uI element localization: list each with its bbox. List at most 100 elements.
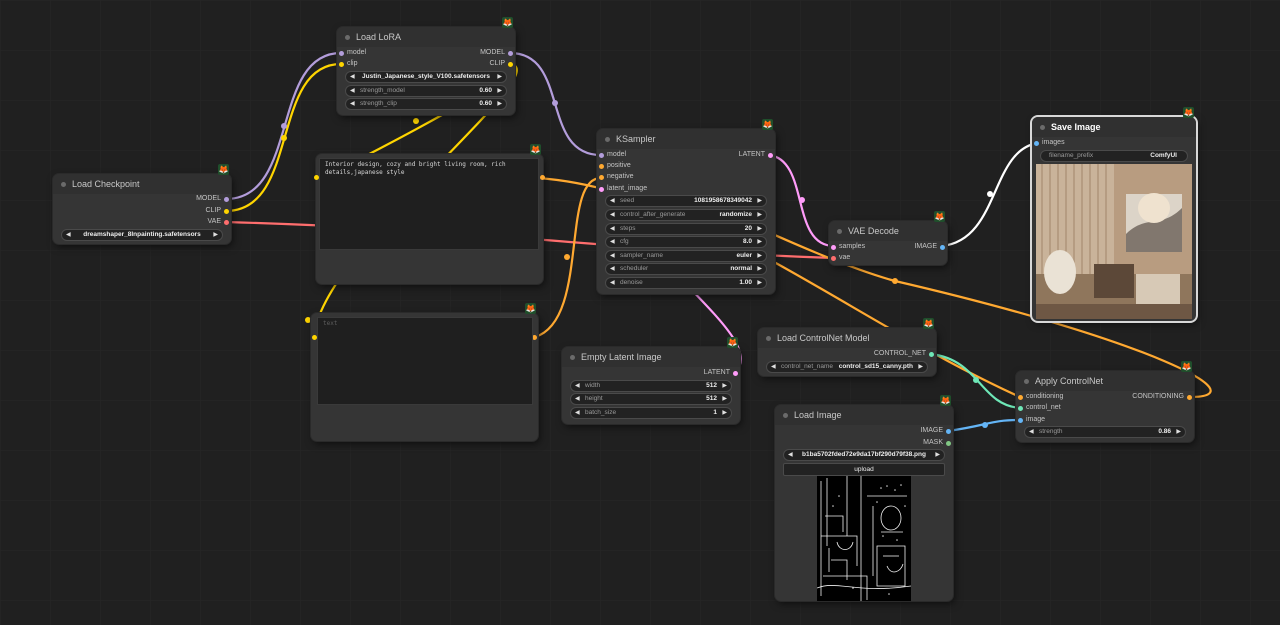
strength-model-number[interactable]: ◀ strength_model 0.60 ▶ xyxy=(345,85,507,97)
arrow-right-icon[interactable]: ▶ xyxy=(1176,428,1181,435)
node-load-lora[interactable]: 🦊 Load LoRA model MODEL clip CLIP ◀ Just… xyxy=(337,17,515,115)
node-header[interactable]: VAE Decode xyxy=(829,221,947,241)
arrow-right-icon[interactable]: ▶ xyxy=(497,100,502,107)
control-after-generate-widget[interactable]: ◀ control_after_generate randomize ▶ xyxy=(605,209,767,221)
node-ksampler[interactable]: 🦊 KSampler model LATENT positive negativ… xyxy=(597,119,775,294)
output-slot-mask[interactable] xyxy=(946,441,951,446)
node-header[interactable]: Load LoRA xyxy=(337,27,515,47)
input-slot-image[interactable] xyxy=(1018,418,1023,423)
node-header[interactable]: Load Checkpoint xyxy=(53,174,231,194)
input-slot-model[interactable] xyxy=(339,51,344,56)
input-slot-latent-image[interactable] xyxy=(599,187,604,192)
sampler-name-widget[interactable]: ◀ sampler_name euler ▶ xyxy=(605,250,767,262)
node-header[interactable]: Apply ControlNet xyxy=(1016,371,1194,391)
height-widget[interactable]: ◀ height 512 ▶ xyxy=(570,393,732,405)
output-slot-conditioning[interactable] xyxy=(540,175,545,180)
arrow-left-icon[interactable]: ◀ xyxy=(575,382,580,389)
strength-clip-number[interactable]: ◀ strength_clip 0.60 ▶ xyxy=(345,98,507,110)
node-header[interactable]: Load Image xyxy=(775,405,953,425)
arrow-left-icon[interactable]: ◀ xyxy=(610,225,615,232)
output-slot-clip[interactable] xyxy=(224,209,229,214)
prompt-textarea[interactable] xyxy=(317,317,533,405)
node-header[interactable]: Save Image xyxy=(1032,117,1196,137)
output-slot-image[interactable] xyxy=(940,245,945,250)
batch-size-widget[interactable]: ◀ batch_size 1 ▶ xyxy=(570,407,732,419)
input-slot-vae[interactable] xyxy=(831,256,836,261)
output-slot-conditioning[interactable] xyxy=(1187,395,1192,400)
arrow-right-icon[interactable]: ▶ xyxy=(757,238,762,245)
input-slot-model[interactable] xyxy=(599,153,604,158)
arrow-right-icon[interactable]: ▶ xyxy=(757,197,762,204)
lora-name-combo[interactable]: ◀ Justin_Japanese_style_V100.safetensors… xyxy=(345,71,507,83)
arrow-right-icon[interactable]: ▶ xyxy=(722,382,727,389)
collapse-dot-icon[interactable] xyxy=(766,335,771,341)
arrow-right-icon[interactable]: ▶ xyxy=(722,395,727,402)
node-empty-latent-image[interactable]: 🦊 Empty Latent Image LATENT ◀ width 512 ▶ ◀… xyxy=(562,337,740,424)
scheduler-widget[interactable]: ◀ scheduler normal ▶ xyxy=(605,263,767,275)
arrow-right-icon[interactable]: ▶ xyxy=(757,252,762,259)
arrow-right-icon[interactable]: ▶ xyxy=(757,211,762,218)
input-slot-conditioning[interactable] xyxy=(1018,395,1023,400)
arrow-left-icon[interactable]: ◀ xyxy=(610,197,615,204)
collapse-dot-icon[interactable] xyxy=(345,34,350,40)
input-slot-control-net[interactable] xyxy=(1018,406,1023,411)
arrow-right-icon[interactable]: ▶ xyxy=(722,409,727,416)
output-slot-clip[interactable] xyxy=(508,62,513,67)
collapse-dot-icon[interactable] xyxy=(1040,124,1045,130)
node-header[interactable]: Load ControlNet Model xyxy=(758,328,936,348)
input-slot-samples[interactable] xyxy=(831,245,836,250)
output-slot-image[interactable] xyxy=(946,429,951,434)
output-slot-vae[interactable] xyxy=(224,220,229,225)
arrow-right-icon[interactable]: ▶ xyxy=(213,231,218,238)
arrow-right-icon[interactable]: ▶ xyxy=(935,451,940,458)
output-slot-latent[interactable] xyxy=(733,371,738,376)
input-slot-clip[interactable] xyxy=(339,62,344,67)
control-net-name-combo[interactable]: ◀ control_net_name control_sd15_canny.pt… xyxy=(766,361,928,373)
arrow-right-icon[interactable]: ▶ xyxy=(757,279,762,286)
arrow-left-icon[interactable]: ◀ xyxy=(1029,428,1034,435)
arrow-right-icon[interactable]: ▶ xyxy=(757,265,762,272)
input-slot-images[interactable] xyxy=(1034,141,1039,146)
node-header[interactable]: KSampler xyxy=(597,129,775,149)
arrow-left-icon[interactable]: ◀ xyxy=(610,252,615,259)
collapse-dot-icon[interactable] xyxy=(605,136,610,142)
node-load-controlnet[interactable]: 🦊 Load ControlNet Model CONTROL_NET ◀ co… xyxy=(758,318,936,376)
upload-button[interactable]: upload xyxy=(783,463,945,476)
output-slot-control-net[interactable] xyxy=(929,352,934,357)
arrow-left-icon[interactable]: ◀ xyxy=(610,211,615,218)
collapse-dot-icon[interactable] xyxy=(1024,378,1029,384)
filename-prefix-text[interactable]: filename_prefix ComfyUI xyxy=(1040,150,1188,162)
collapse-dot-icon[interactable] xyxy=(783,412,788,418)
node-positive-prompt[interactable]: 🦊 Interior design, cozy and bright livin… xyxy=(314,144,545,284)
arrow-left-icon[interactable]: ◀ xyxy=(610,279,615,286)
node-save-image[interactable]: 🦊 Save Image images filename_prefix Comf… xyxy=(1032,107,1196,321)
collapse-dot-icon[interactable] xyxy=(570,354,575,360)
steps-widget[interactable]: ◀ steps 20 ▶ xyxy=(605,223,767,235)
arrow-left-icon[interactable]: ◀ xyxy=(575,409,580,416)
output-image-preview[interactable] xyxy=(1036,164,1192,319)
arrow-left-icon[interactable]: ◀ xyxy=(575,395,580,402)
collapse-dot-icon[interactable] xyxy=(837,228,842,234)
input-slot-negative[interactable] xyxy=(599,175,604,180)
ckpt-name-combo[interactable]: ◀ dreamshaper_8Inpainting.safetensors ▶ xyxy=(61,229,223,241)
arrow-left-icon[interactable]: ◀ xyxy=(350,87,355,94)
arrow-right-icon[interactable]: ▶ xyxy=(918,363,923,370)
node-vae-decode[interactable]: 🦊 VAE Decode samples IMAGE vae xyxy=(829,211,947,265)
prompt-textarea[interactable]: Interior design, cozy and bright living … xyxy=(319,158,539,250)
arrow-right-icon[interactable]: ▶ xyxy=(497,73,502,80)
cfg-widget[interactable]: ◀ cfg 8.0 ▶ xyxy=(605,236,767,248)
arrow-left-icon[interactable]: ◀ xyxy=(610,238,615,245)
node-apply-controlnet[interactable]: 🦊 Apply ControlNet conditioning CONDITIO… xyxy=(1016,361,1194,442)
input-slot-positive[interactable] xyxy=(599,164,604,169)
output-slot-model[interactable] xyxy=(508,51,513,56)
image-name-combo[interactable]: ◀ b1ba5702fded72e9da17bf290d79f38.png ▶ xyxy=(783,449,945,461)
output-slot-model[interactable] xyxy=(224,197,229,202)
node-header[interactable]: Empty Latent Image xyxy=(562,347,740,367)
arrow-right-icon[interactable]: ▶ xyxy=(497,87,502,94)
node-load-checkpoint[interactable]: 🦊 Load Checkpoint MODEL CLIP VAE ◀ dream… xyxy=(53,164,231,244)
arrow-right-icon[interactable]: ▶ xyxy=(757,225,762,232)
output-slot-latent[interactable] xyxy=(768,153,773,158)
node-negative-prompt[interactable]: 🦊 xyxy=(311,303,538,441)
arrow-left-icon[interactable]: ◀ xyxy=(771,363,776,370)
input-image-preview[interactable] xyxy=(817,476,911,601)
